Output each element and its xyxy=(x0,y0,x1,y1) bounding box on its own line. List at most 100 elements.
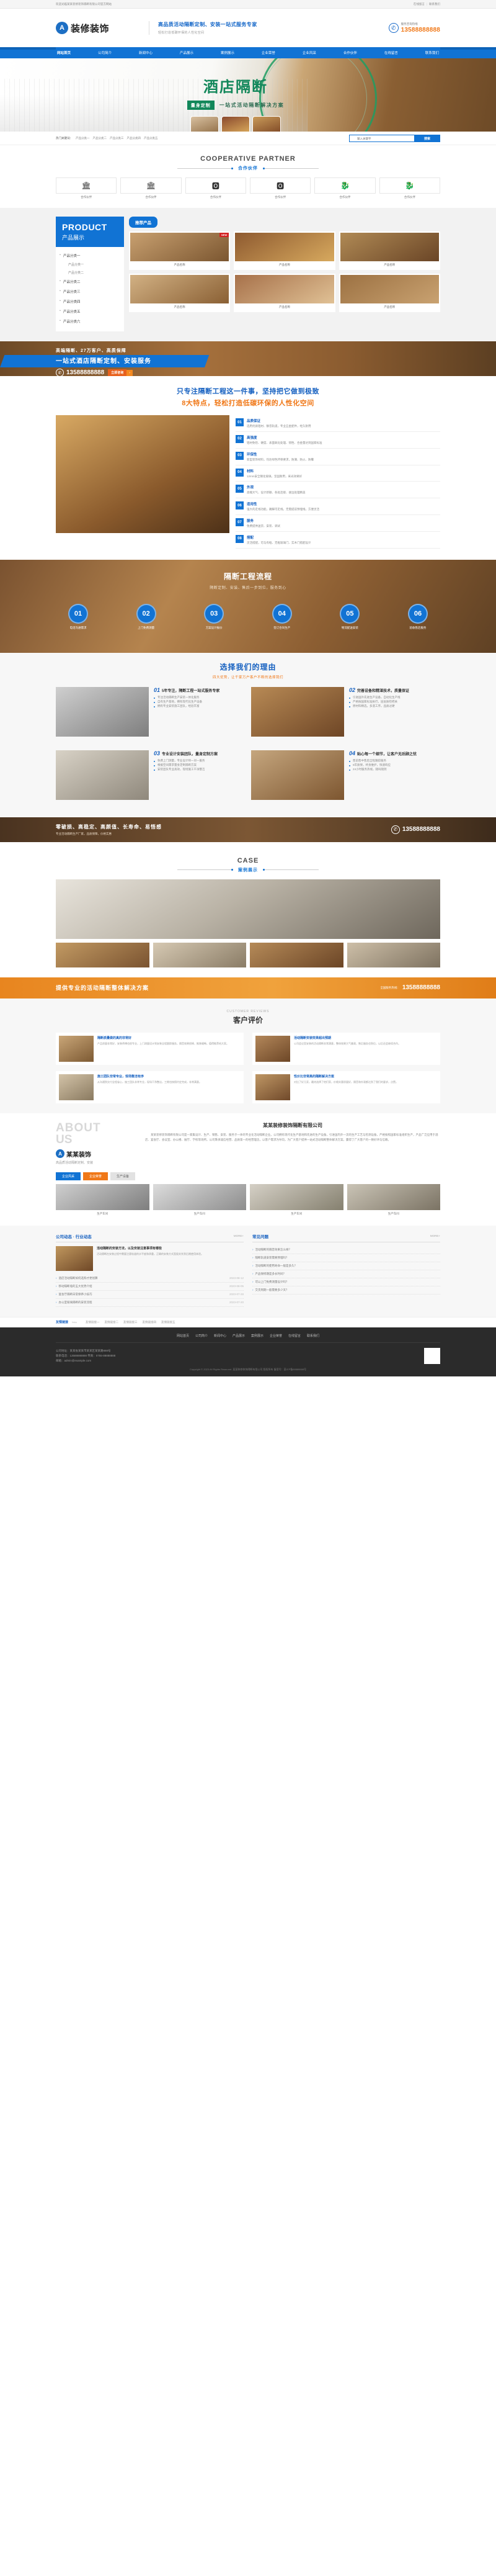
hot-keyword-1[interactable]: 产品分类二 xyxy=(93,137,107,140)
case-main-image[interactable] xyxy=(56,879,440,939)
footer-nav-item[interactable]: 联系我们 xyxy=(307,1334,319,1338)
case-thumb[interactable] xyxy=(347,942,440,967)
nav-item-7[interactable]: 合作伙伴 xyxy=(342,50,358,55)
friend-link[interactable]: 友情链接三 xyxy=(123,1321,138,1324)
nav-item-4[interactable]: 案例展示 xyxy=(219,50,236,55)
process-step[interactable]: 02 上门免费测量 xyxy=(124,603,169,630)
partner-item[interactable]: 🐉 合作伙伴 xyxy=(314,177,376,199)
product-card[interactable]: 产品名称 xyxy=(234,231,335,270)
news-right-more[interactable]: MORE+ xyxy=(430,1234,440,1237)
testimonial-card[interactable]: 活动隔断安装效果超出预期 公司会议室安装的活动隔断非常满意，整体效果大气美观，售… xyxy=(252,1032,440,1065)
partner-item[interactable]: 🅾 合作伙伴 xyxy=(250,177,311,199)
footer-nav-item[interactable]: 新闻中心 xyxy=(214,1334,226,1338)
product-tab-recommended[interactable]: 推荐产品 xyxy=(129,217,157,228)
product-card[interactable]: NEW 产品名称 xyxy=(129,231,231,270)
news-left-more[interactable]: MORE+ xyxy=(234,1234,244,1237)
nav-item-6[interactable]: 企业风采 xyxy=(301,50,317,55)
nav-item-8[interactable]: 在线留言 xyxy=(383,50,399,55)
search-button[interactable]: 搜索 xyxy=(414,135,440,142)
testimonial-card[interactable]: 施工团队非常专业，现场整洁有序 从沟通到交付全程省心，施工团队非常专业，现场干净… xyxy=(56,1070,244,1103)
footer-nav-item[interactable]: 公司简介 xyxy=(195,1334,208,1338)
footer-nav-item[interactable]: 网站首页 xyxy=(177,1334,189,1338)
topbar-link-contact[interactable]: 联系我们 xyxy=(429,2,440,6)
cta1-consult-button[interactable]: 立即咨询 xyxy=(108,369,127,376)
reason-item: 01 5年专注，隔断工程一站式服务专家 专注活动隔断生产安装一体化服务 自有生产基地… xyxy=(56,686,245,737)
product-category[interactable]: 产品分类六 xyxy=(56,316,124,326)
footer-contact-line: 邮箱：admin@example.com xyxy=(56,1358,92,1362)
product-category[interactable]: 产品分类二 xyxy=(56,277,124,287)
product-category[interactable]: 产品分类五 xyxy=(56,307,124,316)
friend-link[interactable]: 友情链接四 xyxy=(143,1321,157,1324)
news-list-item[interactable]: 宴会厅隔断日常保养小技巧 2023-07-28 xyxy=(56,1291,244,1299)
nav-item-2[interactable]: 新闻中心 xyxy=(138,50,154,55)
case-thumb[interactable] xyxy=(153,942,246,967)
faq-list-item[interactable]: 隔断轨道安装需要预埋吗？ xyxy=(252,1254,440,1262)
process-step[interactable]: 03 方案设计报价 xyxy=(192,603,236,630)
friend-link[interactable]: 友情链接二 xyxy=(105,1321,119,1324)
footer-nav-item[interactable]: 产品展示 xyxy=(232,1334,245,1338)
partner-item[interactable]: 🐉 合作伙伴 xyxy=(379,177,440,199)
faq-list-item[interactable]: 可以上门免费测量设计吗？ xyxy=(252,1278,440,1286)
faq-list-item[interactable]: 交货周期一般需要多少天？ xyxy=(252,1286,440,1295)
header-hotline: ✆ 服务咨询热线 13588888888 xyxy=(347,22,440,34)
process-step[interactable]: 01 电话沟通需求 xyxy=(56,603,100,630)
gallery-item[interactable]: 生产车间 xyxy=(347,1183,440,1216)
partner-item[interactable]: 🏛 合作伙伴 xyxy=(56,177,117,199)
news-list-item[interactable]: 办公室玻璃隔断的安装流程 2023-07-20 xyxy=(56,1299,244,1307)
footer-nav-item[interactable]: 企业荣誉 xyxy=(270,1334,282,1338)
friend-link[interactable]: 友情链接一 xyxy=(86,1321,100,1324)
process-step[interactable]: 06 验收售后服务 xyxy=(396,603,440,630)
about-tab[interactable]: 企业荣誉 xyxy=(83,1172,108,1180)
qr-code-icon xyxy=(424,1347,440,1364)
product-card[interactable]: 产品名称 xyxy=(339,274,440,312)
nav-item-0[interactable]: 网站首页 xyxy=(56,50,72,55)
case-thumb[interactable] xyxy=(250,942,343,967)
news-list-item[interactable]: 移动隔断墙的五大优势介绍 2023-08-05 xyxy=(56,1283,244,1291)
faq-list-item[interactable]: 活动隔断的隔音效果怎么样？ xyxy=(252,1246,440,1254)
faq-list-item[interactable]: 产品保修期是多长时间？ xyxy=(252,1270,440,1278)
nav-item-9[interactable]: 联系我们 xyxy=(424,50,440,55)
hot-keyword-2[interactable]: 产品分类三 xyxy=(110,137,124,140)
nav-item-1[interactable]: 公司简介 xyxy=(97,50,113,55)
process-step[interactable]: 05 物流配送安装 xyxy=(327,603,372,630)
nav-item-3[interactable]: 产品展示 xyxy=(179,50,195,55)
friend-link[interactable]: 友情链接五 xyxy=(161,1321,175,1324)
product-category[interactable]: 产品分类一 xyxy=(56,251,124,261)
hot-keyword-3[interactable]: 产品分类四 xyxy=(127,137,141,140)
search-input[interactable] xyxy=(349,135,414,142)
topbar-link-message[interactable]: 在线留言 xyxy=(414,2,425,6)
news-list-item[interactable]: 酒店活动隔断如何选购才更划算 2023-08-12 xyxy=(56,1275,244,1283)
product-subcategory[interactable]: 产品分类二 xyxy=(56,269,124,277)
nav-item-5[interactable]: 企业荣誉 xyxy=(260,50,277,55)
reason-line: 引进国外先进生产设备，自动化生产线 xyxy=(349,696,440,700)
footer-nav-item[interactable]: 案例展示 xyxy=(251,1334,264,1338)
product-subcategory[interactable]: 产品分类一 xyxy=(56,261,124,269)
product-category[interactable]: 产品分类三 xyxy=(56,287,124,297)
gallery-item[interactable]: 生产车间 xyxy=(153,1183,246,1216)
faq-list-item[interactable]: 活动隔断的使用寿命一般是多久？ xyxy=(252,1262,440,1270)
hot-keywords: 热门关键词： 产品分类一 产品分类二 产品分类三 产品分类四 产品分类五 xyxy=(56,137,158,140)
about-tab[interactable]: 企业风采 xyxy=(56,1172,81,1180)
case-thumb[interactable] xyxy=(56,942,149,967)
testimonial-card[interactable]: 性价比非常高的隔断解决方案 对比了好几家，最终选择了他们家，价格实惠质量好，隔音… xyxy=(252,1070,440,1103)
news-feature[interactable]: 活动隔断的安装方法，以及安装注意事项有哪些 活动隔断在安装过程中需要注意轨道的水… xyxy=(56,1245,244,1271)
hot-keyword-0[interactable]: 产品分类一 xyxy=(76,137,90,140)
gallery-item[interactable]: 生产车间 xyxy=(56,1183,149,1216)
cta3-phone-label: 全国服务热线： xyxy=(380,985,400,989)
product-card[interactable]: 产品名称 xyxy=(339,231,440,270)
site-logo[interactable]: A 装修装饰 xyxy=(56,22,149,35)
reason-line: 售前售中售后全程跟踪服务 xyxy=(349,759,440,763)
process-step[interactable]: 04 签订合同生产 xyxy=(260,603,304,630)
partner-item[interactable]: 🅾 合作伙伴 xyxy=(185,177,246,199)
about-tab[interactable]: 生产设备 xyxy=(110,1172,136,1180)
product-card[interactable]: 产品名称 xyxy=(234,274,335,312)
product-card[interactable]: 产品名称 xyxy=(129,274,231,312)
hero-banner[interactable]: 酒店隔断 量身定制 一站式活动隔断解决方案 xyxy=(0,58,496,132)
testimonial-card[interactable]: 隔断质量做的真的非常好 产品质量非常好，安装师傅也很专业，上门测量设计到安装全程… xyxy=(56,1032,244,1065)
product-category[interactable]: 产品分类四 xyxy=(56,297,124,307)
chevron-right-icon[interactable]: › xyxy=(126,369,133,376)
partner-item[interactable]: 🏛 合作伙伴 xyxy=(120,177,182,199)
hot-keyword-4[interactable]: 产品分类五 xyxy=(144,137,158,140)
gallery-item[interactable]: 生产车间 xyxy=(250,1183,343,1216)
footer-nav-item[interactable]: 在线留言 xyxy=(288,1334,301,1338)
